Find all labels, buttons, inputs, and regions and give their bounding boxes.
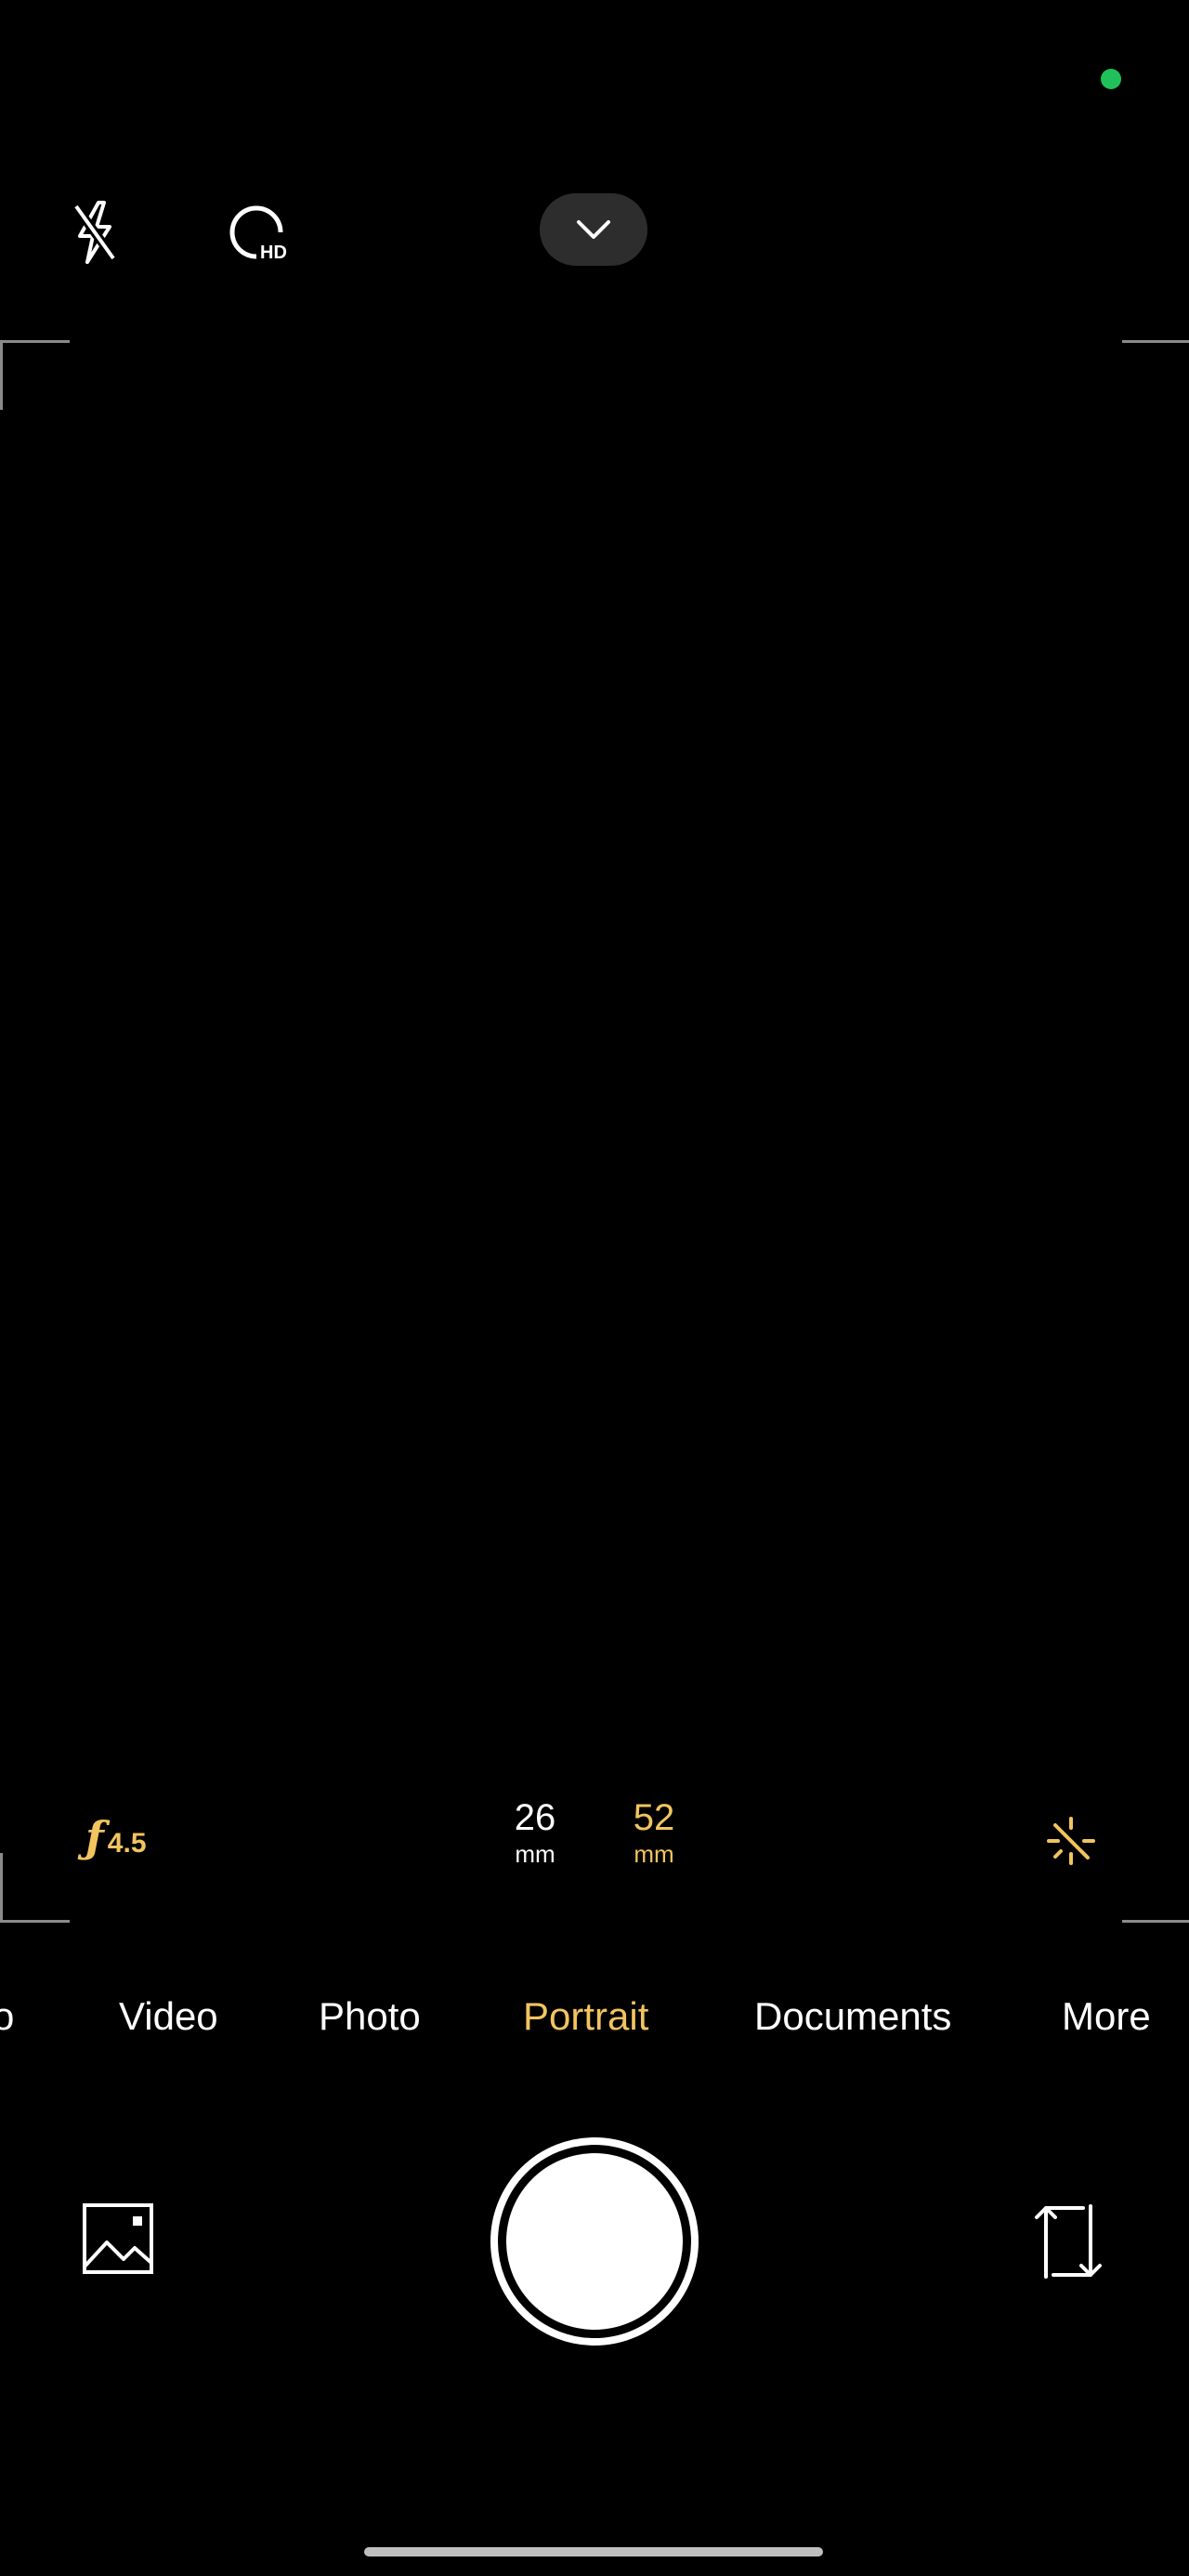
viewfinder-corner-top-left bbox=[0, 340, 70, 410]
shutter-button[interactable] bbox=[490, 2137, 699, 2346]
shutter-inner-circle bbox=[506, 2153, 683, 2330]
sparkle-icon bbox=[1047, 1817, 1095, 1865]
aperture-button[interactable]: ƒ 4.5 bbox=[85, 1812, 147, 1862]
mode-item-portrait[interactable]: Portrait bbox=[523, 1989, 648, 2044]
viewfinder-corner-bottom-left bbox=[0, 1853, 70, 1923]
focal-length-52-button[interactable]: 52 mm bbox=[612, 1799, 696, 1866]
focal-length-26-button[interactable]: 26 mm bbox=[493, 1799, 577, 1866]
flash-off-icon bbox=[70, 201, 120, 264]
flash-toggle-button[interactable] bbox=[58, 195, 132, 269]
viewfinder-corner-bottom-right bbox=[1122, 1853, 1189, 1923]
focal-length-value: 26 bbox=[514, 1797, 556, 1838]
hd-icon: HD bbox=[229, 205, 287, 263]
mode-item-video[interactable]: Video bbox=[119, 1989, 218, 2044]
viewfinder-corner-top-right bbox=[1122, 340, 1189, 410]
privacy-indicator-dot bbox=[1101, 69, 1121, 89]
switch-camera-button[interactable] bbox=[1027, 2201, 1109, 2282]
focal-length-unit: mm bbox=[515, 1840, 555, 1868]
chevron-down-icon bbox=[577, 220, 610, 239]
aperture-symbol: ƒ bbox=[85, 1812, 104, 1862]
aperture-value: 4.5 bbox=[107, 1828, 147, 1859]
focal-length-value: 52 bbox=[633, 1797, 675, 1838]
gallery-button[interactable] bbox=[78, 2199, 158, 2279]
hd-toggle-button[interactable]: HD bbox=[223, 195, 297, 269]
mode-item-cutoff[interactable]: o bbox=[0, 1989, 14, 2044]
effects-button[interactable] bbox=[1039, 1808, 1104, 1873]
mode-selector[interactable]: o Video Photo Portrait Documents More bbox=[0, 1989, 1189, 2044]
switch-camera-icon bbox=[1035, 2204, 1102, 2279]
hd-label: HD bbox=[260, 243, 287, 263]
mode-item-more[interactable]: More bbox=[1062, 1989, 1151, 2044]
mode-item-photo[interactable]: Photo bbox=[319, 1989, 421, 2044]
focal-length-unit: mm bbox=[634, 1840, 674, 1868]
collapse-menu-button[interactable] bbox=[540, 193, 647, 266]
mode-item-documents[interactable]: Documents bbox=[754, 1989, 951, 2044]
gallery-icon bbox=[83, 2203, 153, 2274]
home-indicator[interactable] bbox=[364, 2547, 823, 2556]
